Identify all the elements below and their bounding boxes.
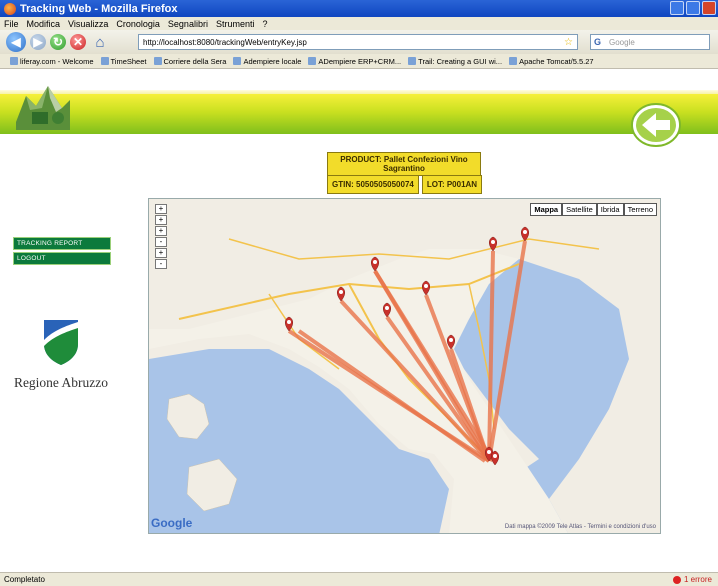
regione-shield-icon (44, 320, 78, 365)
lot-label: LOT: P001AN (421, 175, 483, 194)
page-content: PRODUCT: Pallet Confezioni Vino Sagranti… (0, 70, 718, 570)
menu-cronologia[interactable]: Cronologia (116, 19, 160, 29)
menu-visualizza[interactable]: Visualizza (68, 19, 108, 29)
map-type-ibrida[interactable]: Ibrida (596, 203, 624, 216)
home-button[interactable]: ⌂ (90, 32, 110, 52)
error-indicator[interactable]: 1 errore (672, 575, 712, 584)
map-type-switcher: Mappa Satellite Ibrida Terreno (530, 203, 657, 216)
zoom-in-button[interactable]: + (155, 226, 167, 236)
menu-file[interactable]: File (4, 19, 19, 29)
product-codes: GTIN: 5050505050074 LOT: P001AN (327, 175, 483, 194)
menu-modifica[interactable]: Modifica (27, 19, 61, 29)
zoom-in-button[interactable]: + (155, 248, 167, 258)
navigation-toolbar: ◀ ▶ ↻ ✕ ⌂ http://localhost:8080/tracking… (0, 30, 718, 54)
bookmarks-toolbar: liferay.com - Welcome TimeSheet Corriere… (0, 54, 718, 69)
menu-strumenti[interactable]: Strumenti (216, 19, 255, 29)
status-text: Completato (4, 575, 45, 584)
google-search-icon: G (594, 37, 602, 47)
bookmark-item[interactable]: Apache Tomcat/5.5.27 (509, 57, 594, 66)
regione-logo-block: Regione Abruzzo (6, 318, 116, 391)
menu-segnalibri[interactable]: Segnalibri (168, 19, 208, 29)
bookmark-icon (10, 57, 18, 65)
window-controls (670, 1, 716, 15)
error-icon (672, 575, 681, 584)
reload-button[interactable]: ↻ (50, 34, 66, 50)
product-label: PRODUCT: Pallet Confezioni Vino Sagranti… (327, 152, 481, 177)
bookmark-icon (153, 57, 162, 65)
bookmark-item[interactable]: Adempiere locale (233, 57, 301, 66)
bookmark-item[interactable]: Corriere della Sera (153, 57, 226, 66)
google-logo[interactable]: Google (151, 516, 192, 530)
menu-bar: File Modifica Visualizza Cronologia Segn… (0, 17, 718, 30)
back-arrow-icon[interactable] (630, 102, 682, 148)
header-banner (0, 94, 718, 134)
map-type-satellite[interactable]: Satellite (562, 203, 597, 216)
stop-button[interactable]: ✕ (70, 34, 86, 50)
bookmark-icon (308, 57, 317, 65)
region-landscape-logo (16, 86, 70, 130)
back-button[interactable]: ◀ (6, 32, 26, 52)
menu-help[interactable]: ? (262, 19, 267, 29)
gtin-label: GTIN: 5050505050074 (327, 175, 419, 194)
map-canvas (149, 199, 660, 533)
bookmark-item[interactable]: liferay.com - Welcome (10, 57, 94, 66)
sidebar-item-tracking-report[interactable]: TRACKING REPORT (13, 237, 111, 250)
minimize-button[interactable] (670, 1, 684, 15)
zoom-in-button[interactable]: + (155, 215, 167, 225)
map-copyright: Dati mappa ©2009 Tele Atlas - Termini e … (504, 524, 656, 530)
zoom-out-button[interactable]: - (155, 259, 167, 269)
zoom-out-button[interactable]: - (155, 237, 167, 247)
tracking-map[interactable]: + + + - + - Mappa Satellite Ibrida Terre… (148, 198, 661, 534)
bookmark-item[interactable]: ADempiere ERP+CRM... (308, 57, 401, 66)
sidebar-nav: TRACKING REPORT LOGOUT (13, 237, 111, 267)
map-type-mappa[interactable]: Mappa (530, 203, 563, 216)
bookmark-item[interactable]: Trail: Creating a GUI wi... (408, 57, 502, 66)
bookmark-star-icon[interactable]: ☆ (564, 37, 573, 48)
search-input[interactable]: G Google (590, 34, 710, 50)
forward-button[interactable]: ▶ (30, 34, 46, 50)
search-placeholder: Google (609, 37, 635, 47)
url-text: http://localhost:8080/trackingWeb/entryK… (143, 37, 307, 47)
close-button[interactable] (702, 1, 716, 15)
bookmark-icon (408, 57, 417, 65)
bookmark-icon (233, 57, 242, 65)
zoom-in-button[interactable]: + (155, 204, 167, 214)
window-titlebar: Tracking Web - Mozilla Firefox (0, 0, 718, 17)
url-bar[interactable]: http://localhost:8080/trackingWeb/entryK… (138, 34, 578, 50)
maximize-button[interactable] (686, 1, 700, 15)
regione-name: Regione Abruzzo (13, 375, 109, 390)
sidebar-item-logout[interactable]: LOGOUT (13, 252, 111, 265)
bookmark-icon (100, 57, 109, 65)
window-title: Tracking Web - Mozilla Firefox (20, 2, 178, 15)
bookmark-icon (509, 57, 518, 65)
firefox-icon (4, 2, 16, 15)
map-type-terreno[interactable]: Terreno (623, 203, 657, 216)
map-zoom-controls: + + + - + - (155, 204, 173, 270)
bookmark-item[interactable]: TimeSheet (100, 57, 147, 66)
status-bar: Completato 1 errore (0, 572, 718, 586)
